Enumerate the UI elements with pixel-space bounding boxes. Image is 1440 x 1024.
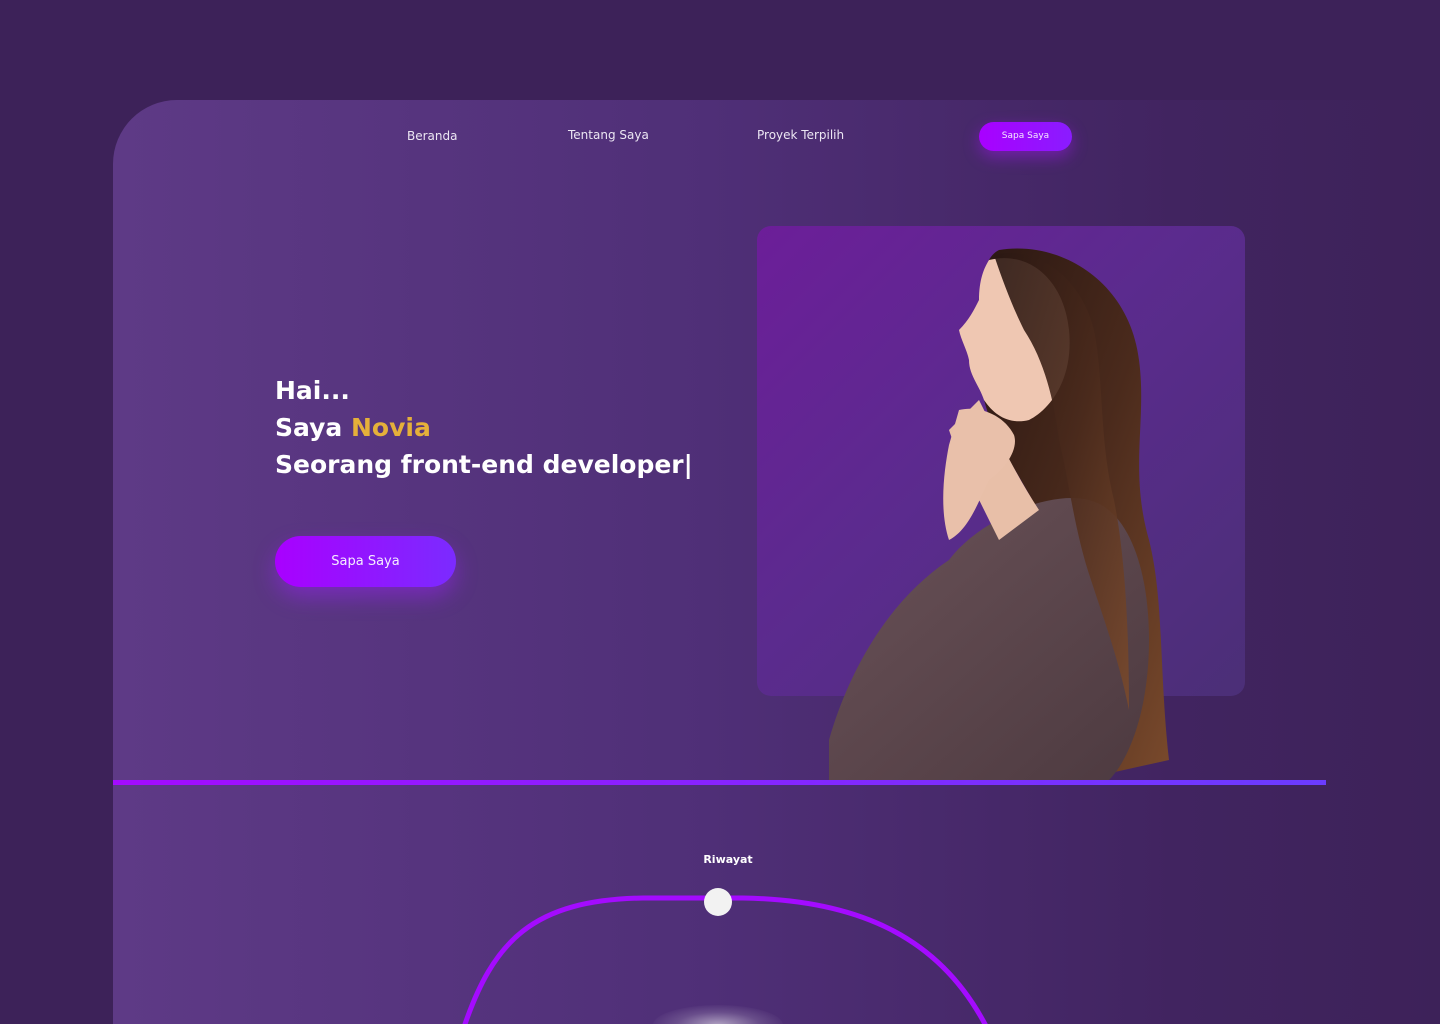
portrait-image <box>829 248 1169 780</box>
nav-link-proyek-terpilih[interactable]: Proyek Terpilih <box>757 128 844 142</box>
nav-contact-button[interactable]: Sapa Saya <box>979 122 1072 151</box>
nav-link-beranda[interactable]: Beranda <box>407 129 457 143</box>
section-title-riwayat: Riwayat <box>703 853 753 866</box>
hero-heading: Hai... Saya Novia Seorang front-end deve… <box>275 372 693 483</box>
top-navigation: Beranda Tentang Saya Proyek Terpilih Sap… <box>113 100 1440 180</box>
hero-intro-prefix: Saya <box>275 413 351 442</box>
nav-link-tentang-saya[interactable]: Tentang Saya <box>568 128 649 142</box>
section-divider <box>113 780 1326 785</box>
hero-greeting: Hai... <box>275 376 350 405</box>
main-frame: Beranda Tentang Saya Proyek Terpilih Sap… <box>113 100 1440 1024</box>
hero-contact-button[interactable]: Sapa Saya <box>275 536 456 587</box>
hero-intro-line: Saya Novia <box>275 409 693 446</box>
timeline-node[interactable] <box>703 887 733 917</box>
hero-name: Novia <box>350 413 431 442</box>
hero-role: Seorang front-end developer| <box>275 450 693 479</box>
